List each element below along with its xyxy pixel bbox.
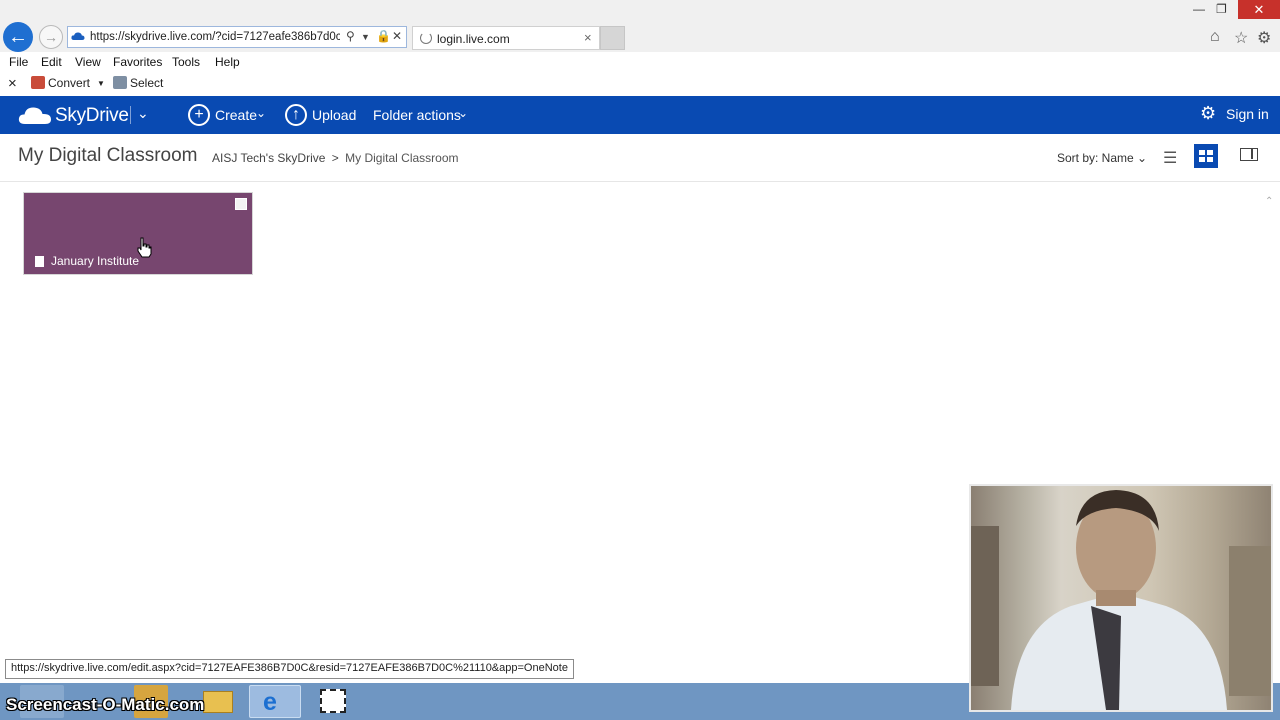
thumbnail-view-icon[interactable]	[1194, 144, 1218, 168]
minimize-icon[interactable]: —	[1193, 2, 1205, 16]
menu-favorites[interactable]: Favorites	[113, 55, 162, 69]
select-icon	[113, 76, 127, 89]
scroll-up-icon[interactable]: ⌃	[1265, 196, 1273, 207]
status-bar-url: https://skydrive.live.com/edit.aspx?cid=…	[5, 659, 574, 679]
convert-button[interactable]: Convert	[48, 76, 90, 90]
command-bar-close[interactable]: ×	[8, 75, 17, 92]
breadcrumb-root[interactable]: AISJ Tech's SkyDrive	[212, 151, 325, 165]
menu-edit[interactable]: Edit	[41, 55, 62, 69]
skydrive-brand[interactable]: SkyDrive	[55, 105, 129, 127]
snipping-tool-icon	[320, 689, 346, 713]
menu-file[interactable]: File	[9, 55, 28, 69]
hand-cursor-icon	[137, 237, 152, 258]
onenote-notebook-icon	[35, 256, 44, 267]
address-bar[interactable]: https://skydrive.live.com/?cid=7127eafe3…	[67, 26, 407, 48]
webcam-overlay	[969, 484, 1273, 712]
taskbar-snipping-tool[interactable]	[312, 685, 356, 718]
lock-icon: 🔒	[376, 29, 391, 43]
new-tab-button[interactable]	[600, 26, 625, 50]
tile-select-checkbox[interactable]	[235, 198, 247, 210]
internet-explorer-icon: e	[263, 688, 277, 716]
convert-dropdown-icon[interactable]: ▼	[97, 79, 105, 88]
header-divider	[130, 106, 131, 124]
sort-label: Sort by: Name	[1057, 151, 1134, 165]
window-close-button[interactable]: ✕	[1238, 0, 1280, 19]
skydrive-cloud-icon	[18, 107, 51, 124]
browser-tab[interactable]: login.live.com ×	[412, 26, 600, 50]
create-chevron-icon[interactable]: ⌄	[256, 106, 266, 120]
skydrive-favicon-icon	[71, 32, 85, 40]
folder-icon	[203, 691, 233, 713]
sort-dropdown[interactable]: Sort by: Name ⌄	[1057, 151, 1147, 165]
breadcrumb: AISJ Tech's SkyDrive > My Digital Classr…	[212, 151, 459, 165]
restore-icon[interactable]: ❐	[1216, 2, 1227, 16]
convert-pdf-icon	[31, 76, 45, 89]
breadcrumb-separator: >	[331, 151, 339, 165]
stop-icon[interactable]: ✕	[392, 29, 402, 43]
list-view-icon[interactable]: ☰	[1163, 148, 1177, 168]
skydrive-header: SkyDrive ⌄ + Create ⌄ ↑ Upload Folder ac…	[0, 96, 1280, 134]
menu-tools[interactable]: Tools	[172, 55, 200, 69]
taskbar-internet-explorer[interactable]: e	[249, 685, 301, 718]
dropdown-arrow-icon[interactable]: ▼	[361, 32, 370, 42]
screencast-watermark: Screencast-O-Matic.com	[6, 695, 205, 714]
gear-icon[interactable]: ⚙	[1257, 28, 1271, 48]
webcam-person-image	[971, 490, 1271, 710]
menu-help[interactable]: Help	[215, 55, 240, 69]
url-text: https://skydrive.live.com/?cid=7127eafe3…	[90, 31, 340, 43]
favorites-star-icon[interactable]: ☆	[1234, 28, 1248, 48]
select-button[interactable]: Select	[130, 76, 163, 90]
folder-actions-button[interactable]: Folder actions	[373, 107, 461, 123]
command-bar	[0, 72, 1280, 97]
forward-button[interactable]: →	[39, 25, 63, 49]
sign-in-link[interactable]: Sign in	[1226, 106, 1269, 122]
folder-actions-chevron-icon[interactable]: ⌄	[458, 106, 468, 120]
tab-close-icon[interactable]: ×	[584, 30, 592, 45]
title-divider	[0, 181, 1280, 182]
loading-spinner-icon	[420, 32, 432, 44]
sort-chevron-icon: ⌄	[1137, 151, 1148, 165]
details-pane-icon[interactable]	[1240, 148, 1258, 161]
notebook-tile[interactable]: January Institute	[23, 192, 253, 275]
search-icon[interactable]: ⚲	[346, 29, 355, 43]
tab-title: login.live.com	[437, 32, 510, 46]
breadcrumb-current: My Digital Classroom	[345, 151, 459, 165]
upload-icon: ↑	[285, 104, 307, 126]
tile-label: January Institute	[51, 254, 140, 268]
settings-gear-icon[interactable]: ⚙	[1200, 103, 1216, 124]
page-title: My Digital Classroom	[18, 145, 198, 166]
create-button[interactable]: Create	[215, 107, 257, 123]
menu-view[interactable]: View	[75, 55, 101, 69]
upload-button[interactable]: Upload	[312, 107, 356, 123]
back-button[interactable]: ←	[3, 22, 33, 52]
create-plus-icon: +	[188, 104, 210, 126]
home-icon[interactable]: ⌂	[1210, 28, 1220, 46]
brand-menu-chevron-icon[interactable]: ⌄	[137, 105, 149, 122]
